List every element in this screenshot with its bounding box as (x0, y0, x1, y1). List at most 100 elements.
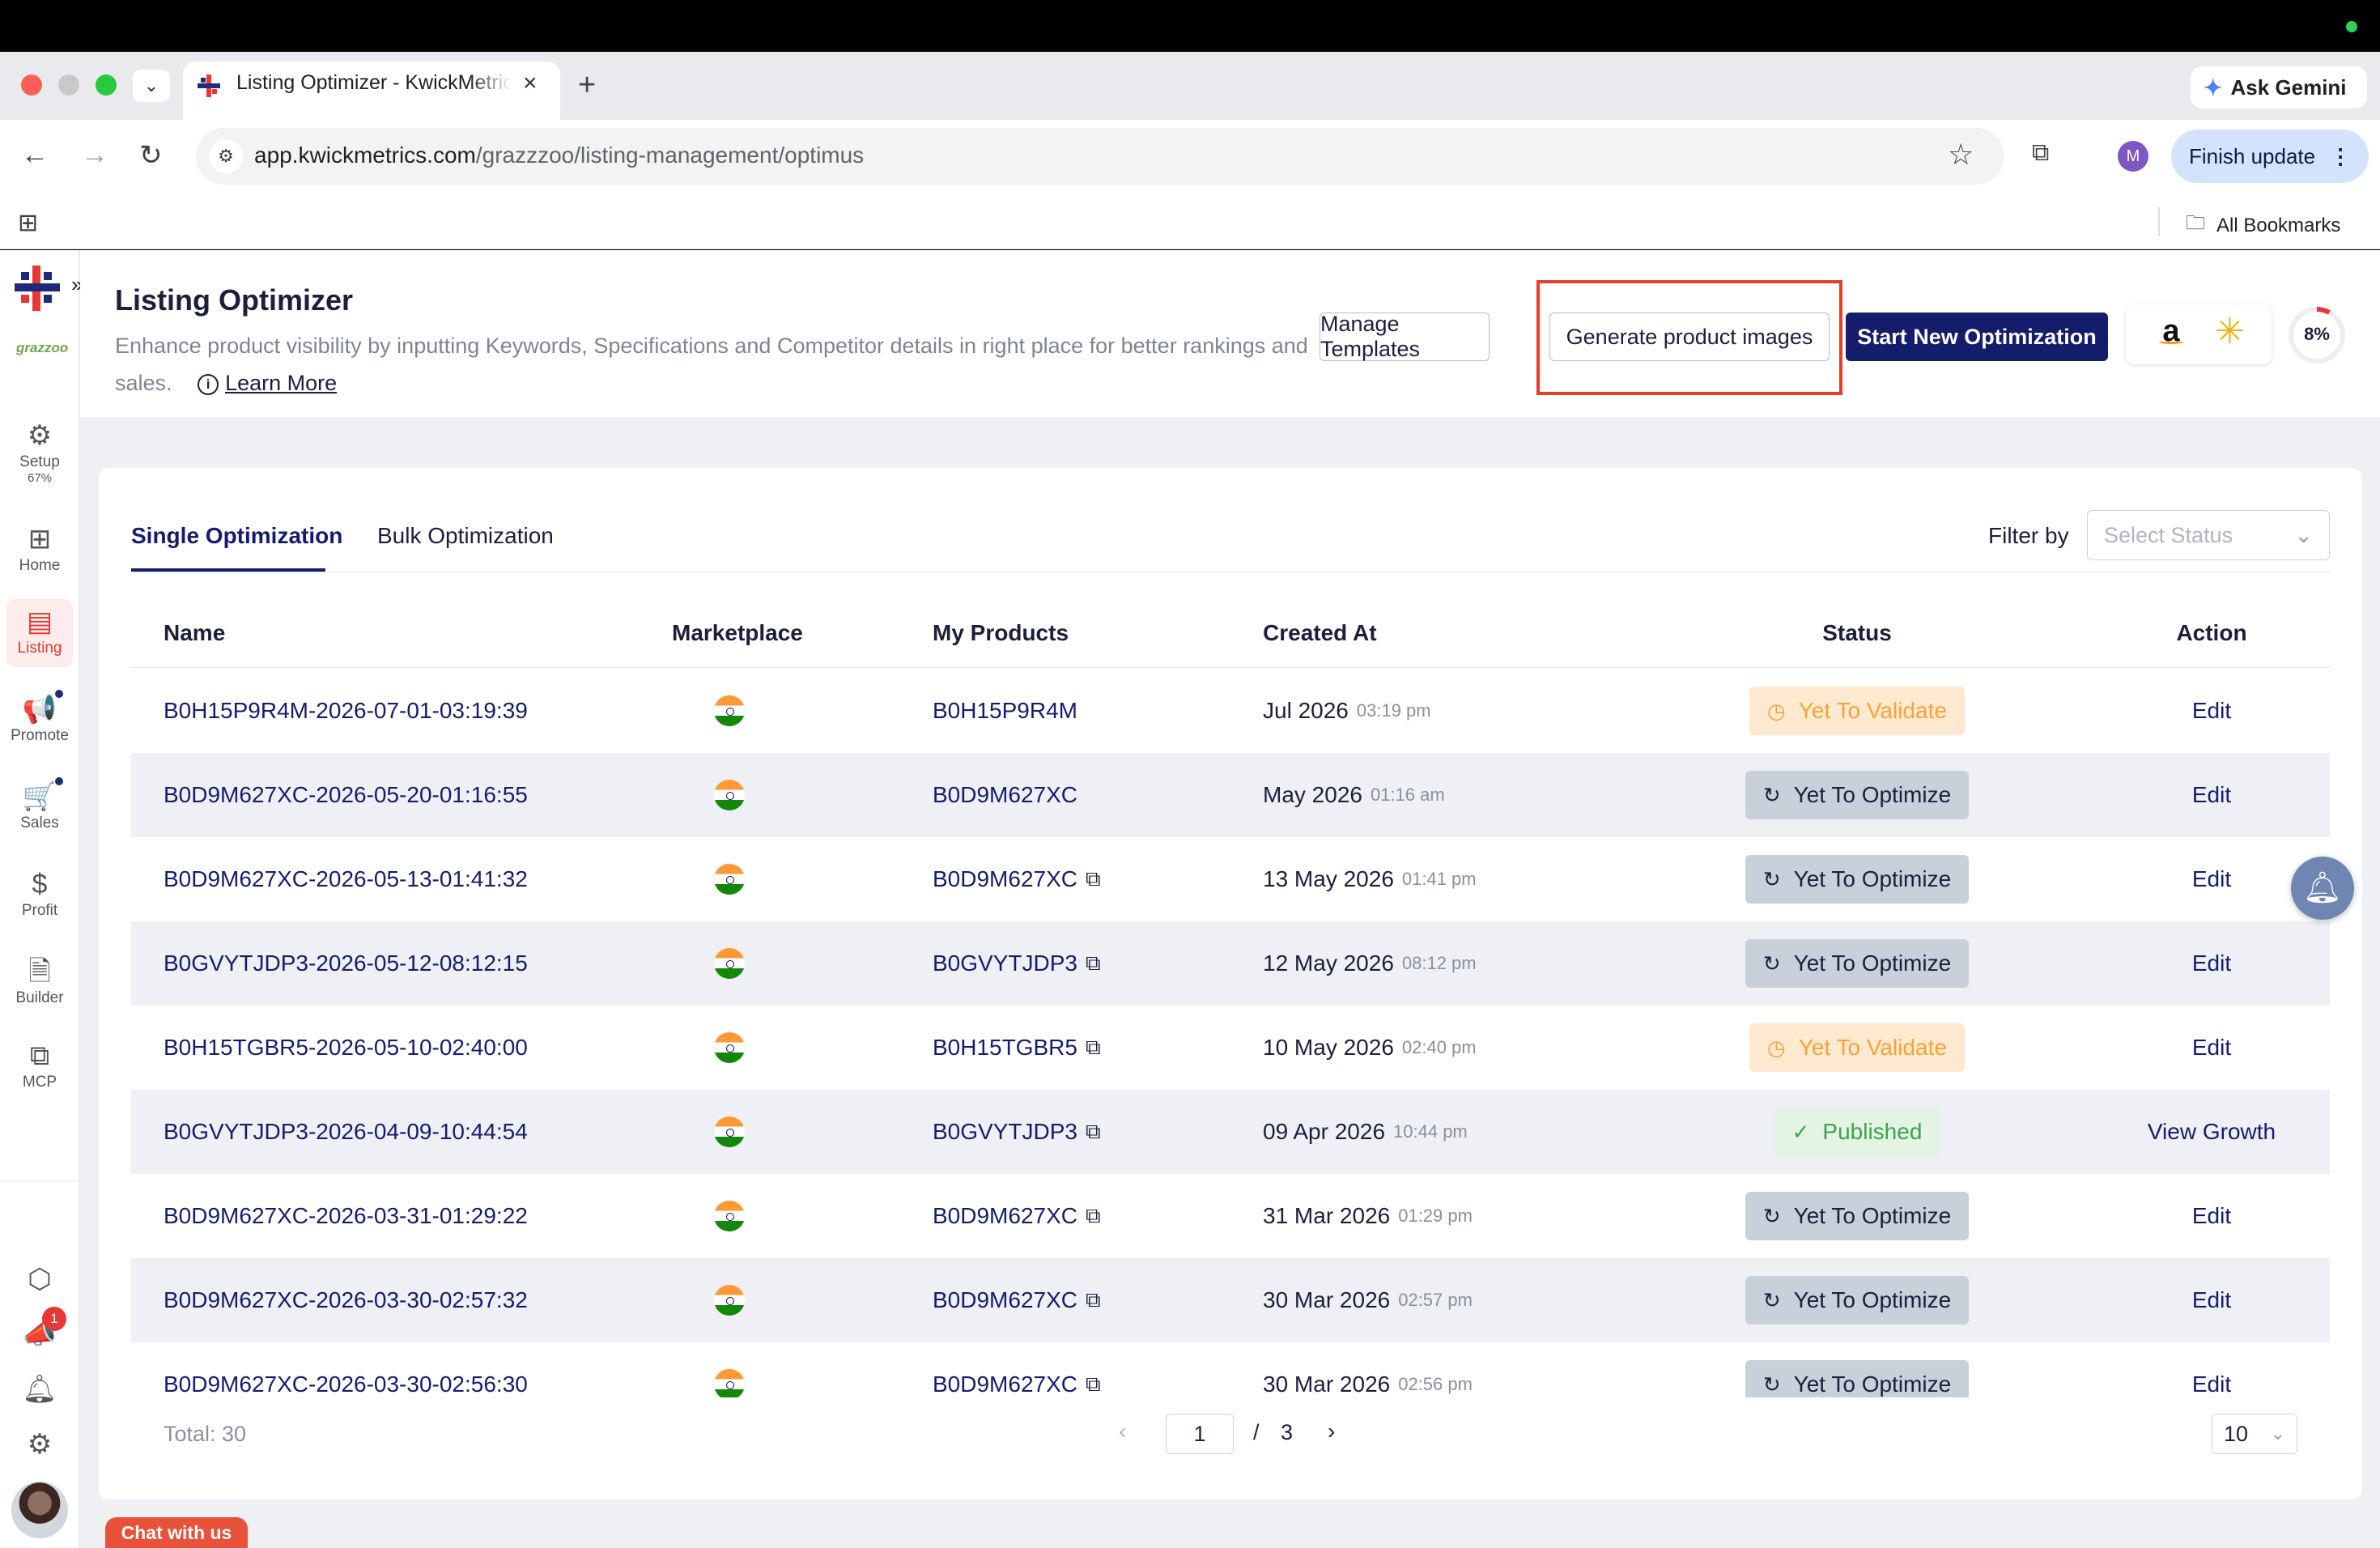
row-action-link[interactable]: Edit (2090, 1342, 2330, 1397)
status-cell: ↻ Yet To Optimize (1719, 1258, 1995, 1342)
copy-icon[interactable]: ⧉ (1086, 950, 1101, 976)
manage-templates-button[interactable]: Manage Templates (1320, 312, 1490, 361)
product-asin-link[interactable]: B0GVYTJDP3 (933, 1119, 1077, 1145)
row-action-link[interactable]: Edit (2090, 1006, 2330, 1090)
ask-gemini-button[interactable]: ✦ Ask Gemini (2191, 66, 2367, 108)
optimization-name-link[interactable]: B0D9M627XC-2026-05-13-01:41:32 (164, 837, 528, 921)
reload-icon[interactable]: ↻ (139, 139, 163, 172)
maximize-window-button[interactable] (96, 74, 117, 96)
copy-icon[interactable]: ⧉ (1086, 1287, 1101, 1313)
copy-icon[interactable]: ⧉ (1086, 1119, 1101, 1145)
marketplace-cell (714, 1342, 745, 1397)
created-date: Jul 2026 (1263, 698, 1349, 723)
sidebar-item-promote[interactable]: 📢 Promote (0, 693, 79, 745)
sidebar-item-mcp[interactable]: ⧉ MCP (0, 1040, 79, 1091)
user-avatar[interactable] (11, 1482, 68, 1538)
extensions-puzzle-icon[interactable]: ⧉ (2032, 139, 2049, 167)
product-asin-link[interactable]: B0D9M627XC (933, 782, 1077, 808)
status-label: Yet To Optimize (1793, 1203, 1952, 1228)
india-flag-icon (714, 1032, 745, 1063)
marketplace-switcher[interactable] (2126, 304, 2272, 364)
all-bookmarks-button[interactable]: 🗀 All Bookmarks (2186, 209, 2340, 242)
optimization-name-link[interactable]: B0H15P9R4M-2026-07-01-03:19:39 (164, 669, 528, 753)
copy-icon[interactable]: ⧉ (1086, 866, 1101, 892)
optimization-name-link[interactable]: B0GVYTJDP3-2026-05-12-08:12:15 (164, 921, 528, 1006)
product-asin-link[interactable]: B0H15TGBR5 (933, 1035, 1077, 1061)
sidebar-settings-button[interactable]: ⚙ (0, 1428, 79, 1461)
learn-more-link[interactable]: Learn More (225, 371, 337, 395)
tab-bulk-optimization[interactable]: Bulk Optimization (377, 523, 554, 549)
close-tab-icon[interactable]: × (523, 70, 538, 97)
optimization-name-link[interactable]: B0H15TGBR5-2026-05-10-02:40:00 (164, 1006, 528, 1090)
sidebar-cube-button[interactable]: ⬡ (0, 1263, 79, 1295)
url-text[interactable]: app.kwickmetrics.com/grazzzoo/listing-ma… (254, 142, 864, 168)
copy-icon[interactable]: ⧉ (1086, 1372, 1101, 1397)
copy-icon[interactable]: ⧉ (1086, 1035, 1101, 1061)
status-filter-select[interactable]: Select Status ⌄ (2087, 510, 2330, 560)
created-date: 30 Mar 2026 (1263, 1372, 1391, 1397)
apps-grid-icon[interactable]: ⊞ (18, 209, 38, 237)
product-asin-link[interactable]: B0GVYTJDP3 (933, 950, 1077, 976)
chat-with-us-button[interactable]: Chat with us (105, 1517, 248, 1548)
table-row: B0GVYTJDP3-2026-05-12-08:12:15 B0GVYTJDP3… (131, 921, 2330, 1006)
product-asin-link[interactable]: B0D9M627XC (933, 1203, 1077, 1229)
optimization-name-link[interactable]: B0D9M627XC-2026-03-30-02:57:32 (164, 1258, 528, 1342)
sidebar-item-label: Listing (17, 640, 62, 657)
sidebar-item-listing[interactable]: ▤ Listing (0, 606, 79, 657)
close-window-button[interactable] (21, 74, 42, 96)
optimization-name-link[interactable]: B0D9M627XC-2026-05-20-01:16:55 (164, 753, 528, 837)
india-flag-icon (714, 1369, 745, 1397)
sidebar-item-builder[interactable]: 🗎 Builder (0, 955, 79, 1007)
prev-page-icon[interactable]: ‹ (1119, 1418, 1126, 1444)
row-action-link[interactable]: Edit (2090, 1258, 2330, 1342)
walmart-spark-icon[interactable]: ✳ (2215, 311, 2245, 352)
created-at-cell: 30 Mar 2026 02:57 pm (1263, 1258, 1473, 1342)
chevron-down-icon: ⌄ (143, 75, 159, 96)
created-at-cell: 12 May 2026 08:12 pm (1263, 921, 1477, 1006)
product-asin-link[interactable]: B0D9M627XC (933, 1287, 1077, 1313)
optimize-status-icon: ↻ (1762, 1287, 1781, 1312)
optimization-name-link[interactable]: B0D9M627XC-2026-03-31-01:29:22 (164, 1174, 528, 1258)
amazon-icon[interactable]: a (2152, 314, 2191, 353)
sidebar-item-setup[interactable]: ⚙ Setup 67% (0, 419, 79, 485)
tab-search-button[interactable]: ⌄ (133, 70, 170, 102)
new-tab-button[interactable]: + (578, 68, 596, 103)
copy-icon[interactable]: ⧉ (1086, 1203, 1101, 1229)
sidebar-item-home[interactable]: ⊞ Home (0, 523, 79, 575)
optimization-name-link[interactable]: B0GVYTJDP3-2026-04-09-10:44:54 (164, 1090, 528, 1174)
chevron-down-icon: ⌄ (2270, 1423, 2285, 1444)
notification-bell-icon[interactable]: 🔔︎ (2291, 857, 2354, 920)
back-arrow-icon[interactable]: ← (21, 139, 49, 171)
product-asin-link[interactable]: B0D9M627XC (933, 1372, 1077, 1397)
india-flag-icon (714, 780, 745, 810)
row-action-link[interactable]: Edit (2090, 753, 2330, 837)
row-action-link[interactable]: Edit (2090, 669, 2330, 753)
next-page-icon[interactable]: › (1328, 1418, 1335, 1444)
profile-avatar[interactable]: M (2118, 141, 2148, 172)
sidebar-item-profit[interactable]: $ Profit (0, 868, 79, 920)
table-row: B0D9M627XC-2026-03-31-01:29:22 B0D9M627XC… (131, 1174, 2330, 1258)
sidebar-item-sales[interactable]: 🛒 Sales (0, 780, 79, 832)
tab-single-optimization[interactable]: Single Optimization (131, 523, 342, 549)
marketplace-cell (714, 1174, 745, 1258)
kwickmetrics-logo-icon[interactable] (13, 264, 62, 313)
row-action-link[interactable]: Edit (2090, 921, 2330, 1006)
status-cell: ◷ Yet To Validate (1719, 669, 1995, 753)
start-new-optimization-button[interactable]: Start New Optimization (1846, 313, 2108, 361)
site-info-icon[interactable]: ⚙ (209, 139, 243, 173)
row-action-link[interactable]: Edit (2090, 1174, 2330, 1258)
bookmark-star-icon[interactable]: ☆ (1948, 138, 1974, 172)
row-action-link[interactable]: View Growth (2090, 1090, 2330, 1174)
page-number-input[interactable]: 1 (1166, 1414, 1234, 1454)
product-asin-link[interactable]: B0D9M627XC (933, 866, 1077, 892)
sidebar-notifications-button[interactable]: 🔔︎ (0, 1373, 79, 1406)
minimize-window-button[interactable] (58, 74, 79, 96)
optimization-name-link[interactable]: B0D9M627XC-2026-03-30-02:56:30 (164, 1342, 528, 1397)
page-size-select[interactable]: 10 ⌄ (2212, 1414, 2297, 1454)
finish-update-button[interactable]: Finish update ⋮ (2171, 130, 2369, 183)
sidebar-announcements-button[interactable]: 📣 (0, 1318, 79, 1350)
product-cell: B0H15P9R4M (933, 669, 1077, 753)
forward-arrow-icon[interactable]: → (81, 139, 108, 171)
product-asin-link[interactable]: B0H15P9R4M (933, 698, 1077, 724)
total-count: Total: 30 (164, 1422, 247, 1446)
